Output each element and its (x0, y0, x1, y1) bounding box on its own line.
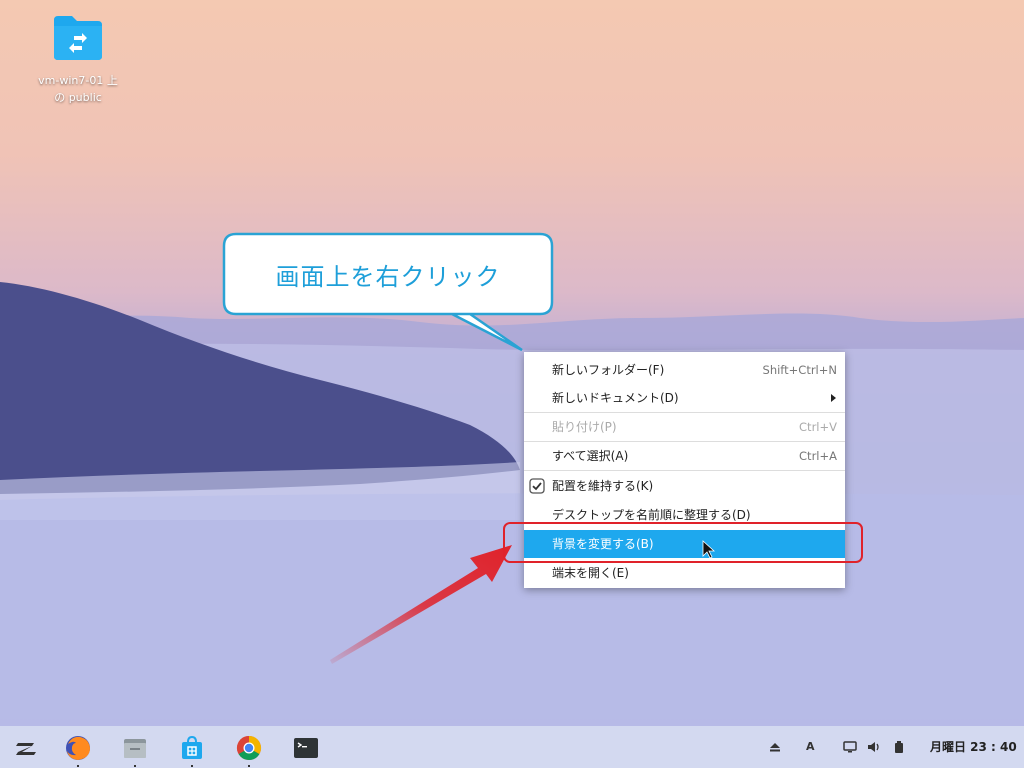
shared-folder-icon (54, 16, 102, 60)
taskbar: A 月曜日 23 : 40 (0, 726, 1024, 768)
desktop-icon-label: vm-win7-01 上 の public (38, 74, 118, 104)
desktop-wallpaper[interactable] (0, 0, 1024, 768)
checkbox-checked-icon (529, 478, 545, 494)
clock[interactable]: 月曜日 23 : 40 (930, 726, 1017, 768)
running-indicator (191, 765, 193, 767)
firefox-icon[interactable] (64, 734, 92, 762)
menu-item-organize-by-name[interactable]: デスクトップを名前順に整理する(D) (524, 501, 845, 529)
menu-item-new-document[interactable]: 新しいドキュメント(D) (524, 384, 845, 412)
menu-item-new-folder[interactable]: 新しいフォルダー(F) Shift+Ctrl+N (524, 356, 845, 384)
submenu-arrow-icon (831, 394, 836, 402)
terminal-icon[interactable] (292, 734, 320, 762)
callout-text: 画面上を右クリック (275, 262, 501, 291)
context-menu: 新しいフォルダー(F) Shift+Ctrl+N 新しいドキュメント(D) 貼り… (524, 352, 845, 588)
volume-icon[interactable] (867, 740, 881, 754)
menu-item-select-all[interactable]: すべて選択(A) Ctrl+A (524, 442, 845, 470)
eject-icon[interactable] (768, 740, 782, 754)
menu-item-open-terminal[interactable]: 端末を開く(E) (524, 559, 845, 587)
zorin-menu-icon[interactable] (12, 734, 40, 762)
software-store-icon[interactable] (178, 734, 206, 762)
running-indicator (77, 765, 79, 767)
desktop-icon-public[interactable]: vm-win7-01 上 の public (30, 14, 126, 106)
display-icon[interactable] (843, 740, 857, 754)
menu-item-keep-aligned[interactable]: 配置を維持する(K) (524, 472, 845, 500)
running-indicator (134, 765, 136, 767)
keyboard-layout-indicator[interactable]: A (806, 740, 820, 754)
battery-icon[interactable] (892, 740, 906, 754)
files-icon[interactable] (121, 734, 149, 762)
running-indicator (248, 765, 250, 767)
menu-item-paste: 貼り付け(P) Ctrl+V (552, 420, 837, 434)
menu-separator (524, 470, 845, 471)
chrome-icon[interactable] (235, 734, 263, 762)
menu-item-change-background[interactable]: 背景を変更する(B) (524, 530, 845, 558)
